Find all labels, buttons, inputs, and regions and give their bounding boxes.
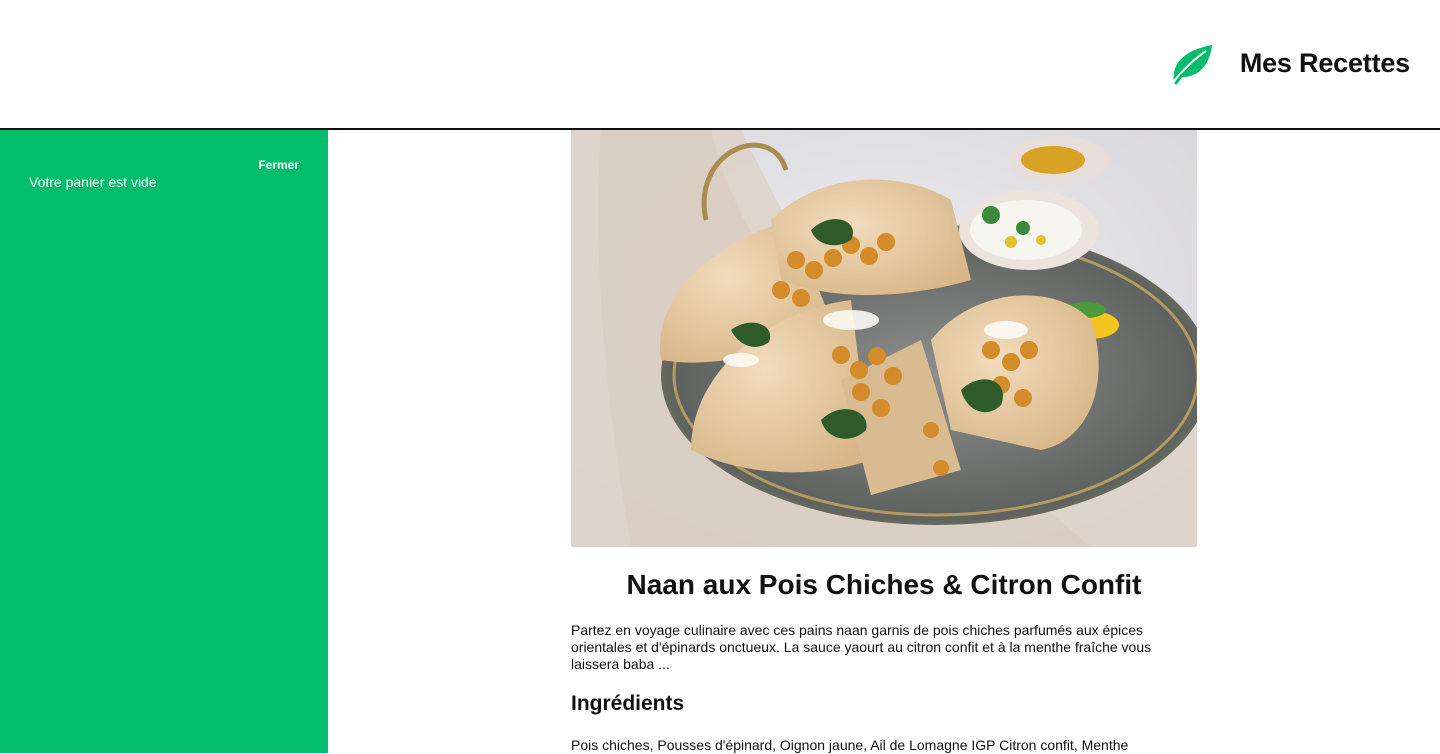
ingredients-heading: Ingrédients <box>571 692 685 715</box>
leaf-icon <box>1173 45 1212 85</box>
recipe-content: Naan aux Pois Chiches & Citron Confit Pa… <box>571 130 1197 754</box>
empty-cart-message: Votre panier est vide <box>29 174 157 190</box>
ingredients-list: Pois chiches, Pousses d'épinard, Oignon … <box>571 737 1129 753</box>
brand-title: Mes Recettes <box>1239 47 1410 78</box>
site-header: Mes Recettes <box>0 0 1440 130</box>
recipe-image <box>571 130 1197 547</box>
brand[interactable]: Mes Recettes <box>1168 38 1410 88</box>
recipe-description: Partez en voyage culinaire avec ces pain… <box>571 622 1152 672</box>
recipe-title: Naan aux Pois Chiches & Citron Confit <box>626 569 1142 600</box>
close-button[interactable]: Fermer <box>258 158 299 172</box>
cart-panel: Fermer Votre panier est vide <box>0 130 328 753</box>
